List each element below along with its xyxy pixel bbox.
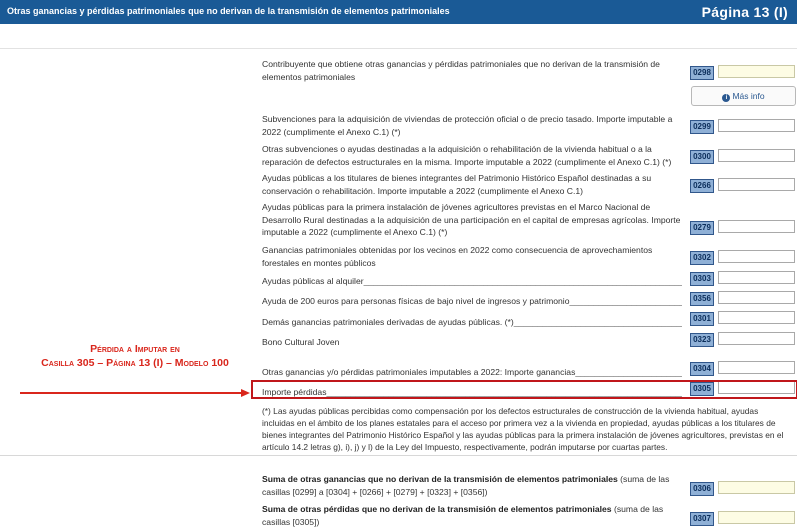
code-0300: 0300 [690, 150, 714, 164]
section-divider [0, 455, 797, 456]
code-0279: 0279 [690, 221, 714, 235]
annotation-line-2: Casilla 305 – Página 13 (I) – Modelo 100 [41, 357, 229, 369]
row-0303-label: Ayudas públicas al alquiler [262, 275, 682, 288]
mas-info-button[interactable]: i Más info [691, 86, 796, 106]
input-0300[interactable] [718, 149, 795, 162]
input-0299[interactable] [718, 119, 795, 132]
input-0301[interactable] [718, 311, 795, 324]
footnote: (*) Las ayudas públicas percibidas como … [262, 406, 784, 452]
code-0302: 0302 [690, 251, 714, 265]
input-0266[interactable] [718, 178, 795, 191]
code-0301: 0301 [690, 312, 714, 326]
code-0298: 0298 [690, 66, 714, 80]
row-0304-label: Otras ganancias y/o pérdidas patrimonial… [262, 366, 682, 379]
row-0356-label: Ayuda de 200 euros para personas físicas… [262, 295, 682, 308]
page-label: Página 13 (I) [701, 4, 788, 20]
toolbar-band [0, 24, 797, 49]
row-0302-label: Ganancias patrimoniales obtenidas por lo… [262, 245, 653, 268]
sum-0307-label: Suma de otras pérdidas que no derivan de… [262, 504, 664, 527]
code-0323: 0323 [690, 333, 714, 347]
input-0302[interactable] [718, 250, 795, 263]
code-0266: 0266 [690, 179, 714, 193]
row-0279-label: Ayudas públicas para la primera instalac… [262, 202, 681, 237]
page-header: Otras ganancias y pérdidas patrimoniales… [0, 0, 797, 24]
code-0303: 0303 [690, 272, 714, 286]
mas-info-label: Más info [732, 91, 765, 101]
code-0307: 0307 [690, 512, 714, 526]
annotation-line-1: Pérdida a Imputar en [90, 343, 180, 355]
input-0306[interactable] [718, 481, 795, 494]
input-0279[interactable] [718, 220, 795, 233]
annotation-arrow-icon [20, 389, 250, 397]
code-0306: 0306 [690, 482, 714, 496]
sum-0306-label: Suma de otras ganancias que no derivan d… [262, 474, 670, 497]
code-0356: 0356 [690, 292, 714, 306]
code-0299: 0299 [690, 120, 714, 134]
row-0301-label: Demás ganancias patrimoniales derivadas … [262, 316, 682, 329]
contribuyente-label: Contribuyente que obtiene otras ganancia… [262, 59, 660, 82]
row-0266-label: Ayudas públicas a los titulares de biene… [262, 173, 652, 196]
row-0299-label: Subvenciones para la adquisición de vivi… [262, 114, 673, 137]
section-title: Otras ganancias y pérdidas patrimoniales… [7, 6, 450, 16]
input-0323[interactable] [718, 332, 795, 345]
highlight-box-0305 [251, 380, 797, 399]
code-0304: 0304 [690, 362, 714, 376]
info-circle-icon: i [722, 94, 731, 102]
row-0300-label: Otras subvenciones o ayudas destinadas a… [262, 144, 672, 167]
row-0323-label: Bono Cultural Joven [262, 337, 340, 347]
input-0304[interactable] [718, 361, 795, 374]
input-0298[interactable] [718, 65, 795, 78]
input-0356[interactable] [718, 291, 795, 304]
input-0303[interactable] [718, 271, 795, 284]
annotation: Pérdida a Imputar en Casilla 305 – Págin… [20, 342, 250, 370]
input-0307[interactable] [718, 511, 795, 524]
